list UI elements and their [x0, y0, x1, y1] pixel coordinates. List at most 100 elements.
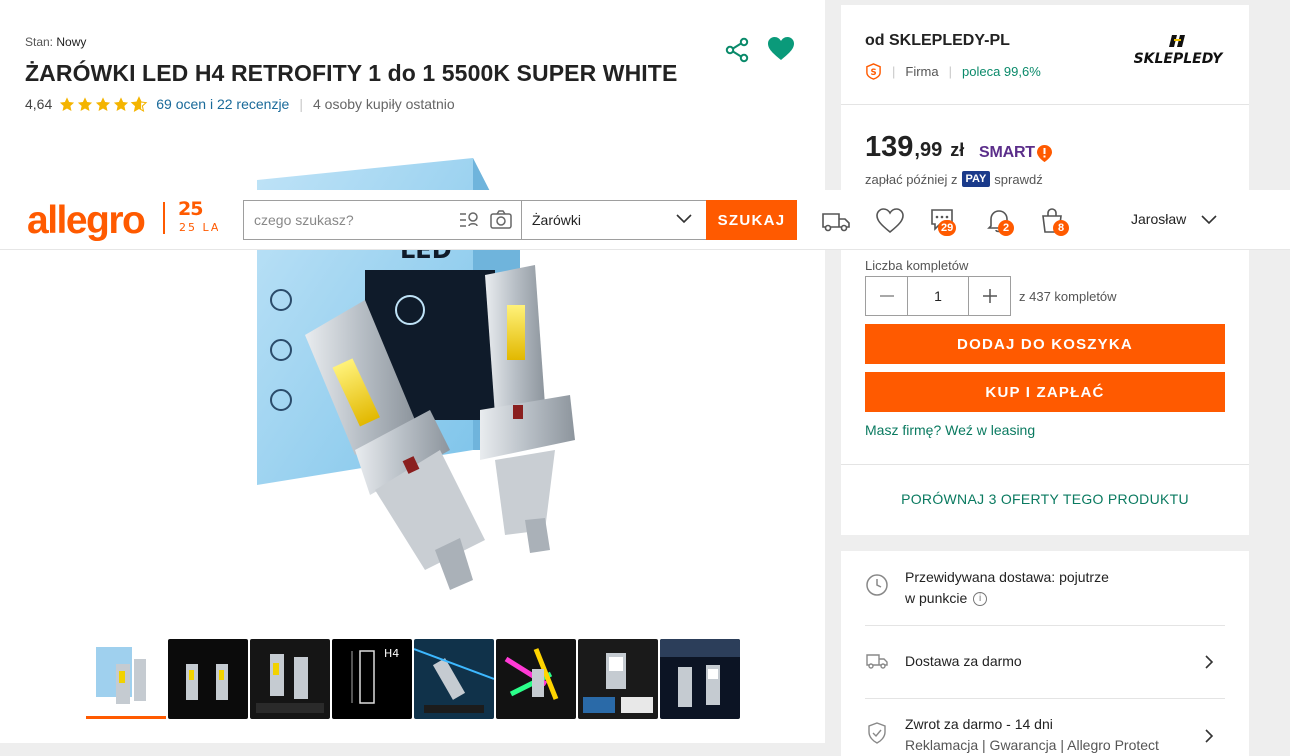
price-main: 139	[865, 131, 914, 163]
allegro-logo[interactable]: allegro	[27, 199, 146, 243]
price-currency: zł	[950, 140, 965, 160]
smart-badge[interactable]: SMART	[979, 144, 1035, 162]
anniversary-25-logo: 25 25 LAT	[178, 198, 218, 234]
separator: |	[892, 64, 896, 79]
rating-row: 4,64 69 ocen i 22 recenzje | 4 osoby kup…	[25, 95, 455, 113]
divider	[841, 464, 1249, 465]
pay-later-check-link[interactable]: sprawdź	[994, 172, 1042, 187]
pay-later: zapłać później z PAY sprawdź	[865, 171, 1043, 187]
quantity-stepper: 1	[865, 276, 1011, 316]
thumbnail[interactable]	[250, 639, 330, 719]
condition: Stan: Nowy	[25, 35, 86, 49]
thumbnail[interactable]: H4	[332, 639, 412, 719]
search-button[interactable]: SZUKAJ	[706, 200, 797, 240]
product-title: ŻARÓWKI LED H4 RETROFITY 1 do 1 5500K SU…	[25, 60, 678, 86]
pay-later-prefix: zapłać później z	[865, 171, 958, 187]
seller-recommend[interactable]: poleca 99,6%	[962, 64, 1041, 79]
shield-check-icon	[868, 722, 886, 744]
category-value: Żarówki	[532, 212, 582, 228]
delivery-truck-icon[interactable]	[820, 206, 852, 236]
seller-type: Firma	[905, 64, 939, 79]
chevron-down-icon[interactable]	[1200, 214, 1218, 226]
chevron-down-icon	[676, 214, 692, 224]
svg-text:S: S	[870, 68, 876, 78]
super-seller-icon: S	[866, 63, 881, 80]
star-icon	[78, 96, 93, 111]
stock-info: z 437 kompletów	[1019, 289, 1117, 304]
search-list-icon[interactable]	[458, 209, 482, 231]
star-icon	[96, 96, 111, 111]
seller-logo-text: SKLEPLEDY	[1134, 51, 1225, 67]
clock-icon	[866, 574, 888, 596]
increase-button[interactable]	[969, 277, 1010, 315]
chevron-right-icon	[1205, 729, 1214, 743]
site-header: allegro 25 25 LAT czego szukasz? Żarówki…	[0, 190, 1290, 250]
compare-offers-link[interactable]: PORÓWNAJ 3 OFERTY TEGO PRODUKTU	[841, 491, 1249, 507]
thumbnail[interactable]	[414, 639, 494, 719]
price-decimal: ,99	[914, 139, 943, 161]
active-thumbnail-indicator	[86, 716, 166, 719]
svg-text:25: 25	[178, 198, 202, 220]
add-to-cart-button[interactable]: DODAJ DO KOSZYKA	[865, 324, 1225, 364]
thumbnail[interactable]	[496, 639, 576, 719]
thumbnail[interactable]	[660, 639, 740, 719]
delivery-panel: Przewidywana dostawa: pojutrze w punkcie…	[841, 551, 1249, 756]
star-icon	[114, 96, 129, 111]
reviews-link[interactable]: 69 ocen i 22 recenzje	[156, 96, 289, 112]
leasing-link[interactable]: Masz firmę? Weź w leasing	[865, 422, 1035, 438]
offer-panel: od SKLEPLEDY-PL S | Firma | poleca 99,6%…	[841, 5, 1249, 535]
quantity-label: Liczba kompletów	[865, 258, 969, 273]
chevron-right-icon	[1205, 655, 1214, 669]
info-icon[interactable]: i	[973, 592, 988, 607]
condition-value: Nowy	[56, 35, 87, 49]
free-delivery: Dostawa za darmo	[905, 653, 1022, 669]
condition-label: Stan:	[25, 35, 54, 49]
return-subtitle: Reklamacja | Gwarancja | Allegro Protect	[905, 737, 1159, 753]
free-return: Zwrot za darmo - 14 dni Reklamacja | Gwa…	[905, 714, 1159, 756]
minus-icon	[879, 295, 894, 297]
thumbnail[interactable]	[168, 639, 248, 719]
separator: |	[299, 96, 303, 112]
free-return-row[interactable]: Zwrot za darmo - 14 dni Reklamacja | Gwa…	[841, 699, 1249, 756]
rating-value: 4,64	[25, 96, 53, 112]
thumbnail-strip: H4	[86, 639, 740, 719]
favorite-heart-icon[interactable]	[767, 36, 795, 62]
free-return-title: Zwrot za darmo - 14 dni	[905, 716, 1053, 732]
smart-info-icon[interactable]	[1036, 144, 1053, 163]
star-half-icon	[130, 95, 148, 112]
delivery-truck-icon	[866, 654, 888, 669]
messages-count-badge: 29	[938, 220, 957, 236]
free-delivery-row[interactable]: Dostawa za darmo	[841, 626, 1249, 698]
camera-icon[interactable]	[489, 209, 513, 231]
user-menu[interactable]: Jarosław	[1131, 211, 1186, 227]
expected-delivery-line1: Przewidywana dostawa: pojutrze	[905, 569, 1109, 585]
star-icon	[60, 96, 75, 111]
anniversary-label: 25 LAT	[179, 221, 218, 234]
decrease-button[interactable]	[866, 277, 907, 315]
thumbnail[interactable]	[86, 639, 166, 719]
cart-count-badge: 8	[1053, 220, 1069, 236]
rating-stars	[58, 95, 148, 113]
expected-delivery-line2-wrap: w punkcie i	[905, 588, 1109, 609]
heart-icon[interactable]	[874, 206, 906, 236]
seller-name[interactable]: od SKLEPLEDY-PL	[865, 32, 1010, 50]
separator: |	[948, 64, 952, 79]
seller-logo[interactable]: SKLEPLEDY	[1128, 33, 1228, 69]
pay-badge: PAY	[961, 171, 991, 187]
seller-meta: S | Firma | poleca 99,6%	[865, 63, 1041, 80]
buy-now-button[interactable]: KUP I ZAPŁAĆ	[865, 372, 1225, 412]
product-panel: Stan: Nowy ŻARÓWKI LED H4 RETROFITY 1 do…	[0, 0, 825, 743]
price: 139 ,99 zł	[865, 131, 964, 164]
search-placeholder: czego szukasz?	[254, 212, 354, 228]
thumbnail[interactable]	[578, 639, 658, 719]
expected-delivery: Przewidywana dostawa: pojutrze w punkcie…	[905, 567, 1109, 609]
bought-recently: 4 osoby kupiły ostatnio	[312, 96, 455, 112]
divider	[841, 104, 1249, 105]
notifications-count-badge: 2	[998, 220, 1014, 236]
logo-divider	[163, 202, 165, 234]
expected-delivery-line2: w punkcie	[905, 590, 968, 606]
share-icon[interactable]	[724, 37, 750, 63]
quantity-input[interactable]: 1	[907, 277, 969, 315]
thumb-h4-label: H4	[384, 647, 399, 660]
plus-icon	[982, 289, 997, 303]
